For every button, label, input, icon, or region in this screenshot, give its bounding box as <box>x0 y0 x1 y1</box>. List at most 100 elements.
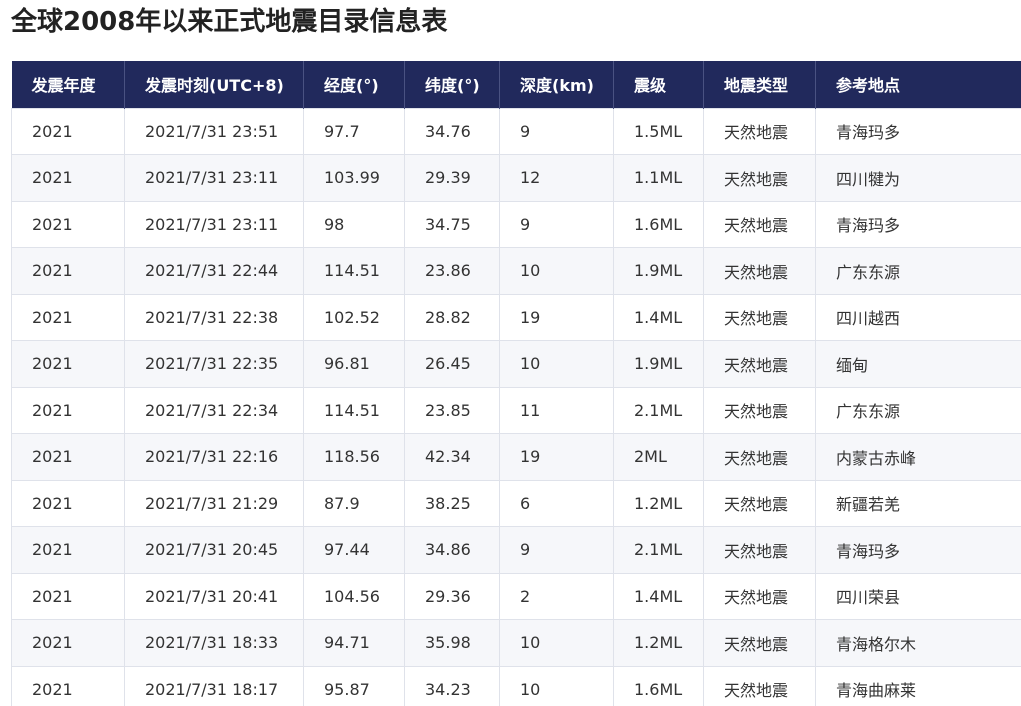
cell-type: 天然地震 <box>703 247 816 295</box>
cell-year: 2021 <box>11 572 125 620</box>
cell-time: 2021/7/31 23:11 <box>124 200 304 248</box>
cell-year: 2021 <box>11 386 125 434</box>
cell-depth: 19 <box>499 293 614 341</box>
table-row: 2021 2021/7/31 18:33 94.71 35.98 10 1.2ML 天然地震… <box>11 619 1021 667</box>
cell-type: 天然地震 <box>703 572 816 620</box>
cell-year: 2021 <box>11 526 125 574</box>
cell-time: 2021/7/31 18:17 <box>124 665 304 706</box>
cell-year: 2021 <box>11 154 125 202</box>
column-header-location: 参考地点 <box>815 61 1021 108</box>
cell-depth: 19 <box>499 433 614 481</box>
cell-longitude: 104.56 <box>303 572 405 620</box>
cell-depth: 12 <box>499 154 614 202</box>
cell-year: 2021 <box>11 665 125 706</box>
cell-type: 天然地震 <box>703 293 816 341</box>
cell-depth: 10 <box>499 247 614 295</box>
cell-time: 2021/7/31 18:33 <box>124 619 304 667</box>
cell-location: 四川越西 <box>815 293 1021 341</box>
table-row: 2021 2021/7/31 20:45 97.44 34.86 9 2.1ML 天然地震青… <box>11 526 1021 574</box>
cell-longitude: 98 <box>303 200 405 248</box>
cell-type: 天然地震 <box>703 340 816 388</box>
cell-longitude: 114.51 <box>303 386 405 434</box>
cell-magnitude: 2ML <box>613 433 704 481</box>
cell-time: 2021/7/31 22:34 <box>124 386 304 434</box>
cell-type: 天然地震 <box>703 200 816 248</box>
cell-year: 2021 <box>11 433 125 481</box>
cell-time: 2021/7/31 22:35 <box>124 340 304 388</box>
cell-location: 四川荣县 <box>815 572 1021 620</box>
cell-depth: 10 <box>499 665 614 706</box>
cell-time: 2021/7/31 20:45 <box>124 526 304 574</box>
cell-longitude: 96.81 <box>303 340 405 388</box>
cell-time: 2021/7/31 22:44 <box>124 247 304 295</box>
cell-year: 2021 <box>11 200 125 248</box>
column-header-year: 发震年度 <box>11 61 125 108</box>
cell-location: 青海玛多 <box>815 107 1021 155</box>
cell-latitude: 38.25 <box>404 479 500 527</box>
page-title: 全球2008年以来正式地震目录信息表 <box>11 7 448 37</box>
cell-time: 2021/7/31 21:29 <box>124 479 304 527</box>
table-row: 2021 2021/7/31 23:11 98 34.75 9 1.6ML 天然地震 青海玛多 <box>11 200 1021 248</box>
table-row: 2021 2021/7/31 22:34 114.51 23.85 11 2.1ML 天然地… <box>11 386 1021 434</box>
column-header-type: 地震类型 <box>703 61 816 108</box>
cell-longitude: 97.7 <box>303 107 405 155</box>
cell-year: 2021 <box>11 340 125 388</box>
cell-depth: 10 <box>499 619 614 667</box>
cell-depth: 11 <box>499 386 614 434</box>
cell-location: 缅甸 <box>815 340 1021 388</box>
cell-year: 2021 <box>11 247 125 295</box>
cell-longitude: 87.9 <box>303 479 405 527</box>
cell-latitude: 34.76 <box>404 107 500 155</box>
cell-latitude: 34.75 <box>404 200 500 248</box>
table-row: 2021 2021/7/31 21:29 87.9 38.25 6 1.2ML 天然地震 新疆… <box>11 479 1021 527</box>
cell-magnitude: 1.9ML <box>613 340 704 388</box>
cell-longitude: 95.87 <box>303 665 405 706</box>
cell-location: 青海曲麻莱 <box>815 665 1021 706</box>
cell-magnitude: 1.1ML <box>613 154 704 202</box>
table-header-row: 发震年度 发震时刻(UTC+8) 经度(°) 纬度(°) 深度(km) 震级 地震类型 参考地… <box>11 61 1021 108</box>
cell-magnitude: 1.4ML <box>613 293 704 341</box>
cell-type: 天然地震 <box>703 665 816 706</box>
table-row: 2021 2021/7/31 22:44 114.51 23.86 10 1.9ML 天然地… <box>11 247 1021 295</box>
table-row: 2021 2021/7/31 22:35 96.81 26.45 10 1.9ML 天然地震… <box>11 340 1021 388</box>
cell-magnitude: 1.2ML <box>613 619 704 667</box>
cell-magnitude: 1.6ML <box>613 665 704 706</box>
cell-type: 天然地震 <box>703 479 816 527</box>
cell-latitude: 23.86 <box>404 247 500 295</box>
cell-magnitude: 2.1ML <box>613 526 704 574</box>
table-row: 2021 2021/7/31 22:38 102.52 28.82 19 1.4ML 天然地… <box>11 293 1021 341</box>
column-header-latitude: 纬度(°) <box>404 61 500 108</box>
cell-latitude: 29.36 <box>404 572 500 620</box>
cell-latitude: 28.82 <box>404 293 500 341</box>
cell-magnitude: 2.1ML <box>613 386 704 434</box>
cell-year: 2021 <box>11 293 125 341</box>
cell-type: 天然地震 <box>703 386 816 434</box>
table-body: 2021 2021/7/31 23:51 97.7 34.76 9 1.5ML 天然地震 青海… <box>11 107 1021 706</box>
cell-latitude: 29.39 <box>404 154 500 202</box>
cell-depth: 9 <box>499 526 614 574</box>
table-row: 2021 2021/7/31 18:17 95.87 34.23 10 1.6ML 天然地震… <box>11 665 1021 706</box>
table-row: 2021 2021/7/31 23:51 97.7 34.76 9 1.5ML 天然地震 青海… <box>11 107 1021 155</box>
column-header-time: 发震时刻(UTC+8) <box>124 61 304 108</box>
cell-magnitude: 1.4ML <box>613 572 704 620</box>
cell-depth: 9 <box>499 107 614 155</box>
cell-time: 2021/7/31 23:51 <box>124 107 304 155</box>
cell-location: 青海玛多 <box>815 526 1021 574</box>
cell-location: 青海格尔木 <box>815 619 1021 667</box>
table-row: 2021 2021/7/31 22:16 118.56 42.34 19 2ML 天然地震内… <box>11 433 1021 481</box>
cell-longitude: 97.44 <box>303 526 405 574</box>
column-header-depth: 深度(km) <box>499 61 614 108</box>
table-row: 2021 2021/7/31 20:41 104.56 29.36 2 1.4ML 天然地震… <box>11 572 1021 620</box>
cell-magnitude: 1.2ML <box>613 479 704 527</box>
cell-location: 内蒙古赤峰 <box>815 433 1021 481</box>
cell-type: 天然地震 <box>703 107 816 155</box>
column-header-longitude: 经度(°) <box>303 61 405 108</box>
cell-longitude: 103.99 <box>303 154 405 202</box>
cell-latitude: 23.85 <box>404 386 500 434</box>
cell-depth: 9 <box>499 200 614 248</box>
cell-latitude: 26.45 <box>404 340 500 388</box>
cell-time: 2021/7/31 22:38 <box>124 293 304 341</box>
cell-magnitude: 1.9ML <box>613 247 704 295</box>
earthquake-table: 发震年度 发震时刻(UTC+8) 经度(°) 纬度(°) 深度(km) 震级 地震类型 参考地… <box>11 61 1021 706</box>
cell-depth: 6 <box>499 479 614 527</box>
